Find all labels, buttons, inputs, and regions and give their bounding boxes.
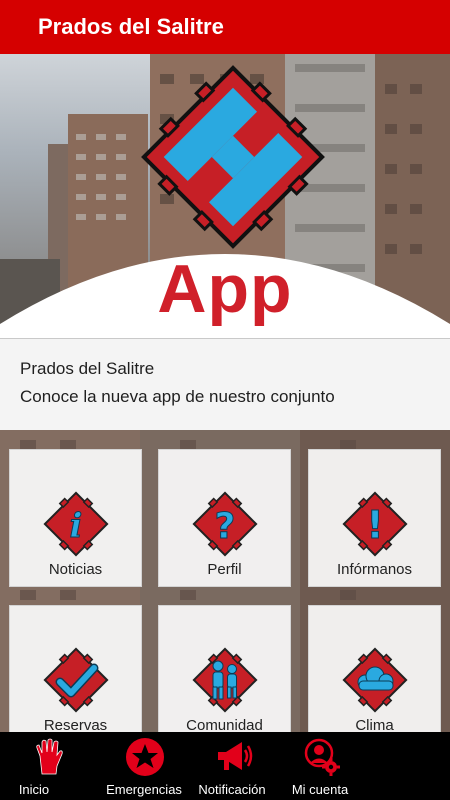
nav-label: Emergencias — [106, 782, 182, 797]
tile-reservas[interactable]: Reservas — [9, 605, 142, 732]
tile-comunidad[interactable]: Comunidad — [158, 605, 291, 732]
tile-label: Perfil — [207, 561, 242, 578]
svg-text:!: ! — [366, 503, 383, 547]
user-gear-icon — [304, 738, 340, 776]
bottom-navigation: Inicio Emergencias Notificación Mi cuent… — [0, 732, 450, 800]
checkmark-icon — [43, 647, 109, 713]
nav-item-mi-cuenta[interactable]: Mi cuenta — [276, 732, 364, 800]
tile-label: Clima — [355, 717, 394, 732]
star-icon — [126, 738, 164, 776]
info-subtitle: Conoce la nueva app de nuestro conjunto — [20, 387, 335, 406]
nav-label: Notificación — [198, 782, 266, 797]
tile-perfil[interactable]: ? Perfil — [158, 449, 291, 587]
app-logo — [141, 65, 325, 249]
nav-item-emergencias[interactable]: Emergencias — [100, 732, 188, 800]
app-title: Prados del Salitre — [38, 14, 224, 39]
question-icon: ? — [192, 491, 258, 557]
svg-text:?: ? — [215, 506, 236, 547]
tile-noticias[interactable]: i Noticias — [9, 449, 142, 587]
megaphone-icon — [218, 742, 253, 770]
svg-text:i: i — [70, 506, 83, 546]
people-icon — [192, 647, 258, 713]
cloud-icon — [342, 647, 408, 713]
hand-icon — [36, 738, 63, 775]
menu-grid: i Noticias ? Perfil ! Infórmanos Reserva… — [0, 430, 450, 732]
tile-label: Infórmanos — [336, 561, 413, 578]
exclamation-icon: ! — [342, 491, 408, 557]
hero-banner: App — [0, 54, 450, 338]
nav-label: Inicio — [18, 782, 50, 797]
info-icon: i — [43, 491, 109, 557]
tile-label: Comunidad — [186, 717, 263, 732]
tile-clima[interactable]: Clima — [308, 605, 441, 732]
nav-label: Mi cuenta — [291, 782, 349, 797]
tile-label: Noticias — [48, 561, 103, 578]
tile-informanos[interactable]: ! Infórmanos — [308, 449, 441, 587]
info-band: Prados del Salitre Conoce la nueva app d… — [0, 338, 450, 430]
info-title: Prados del Salitre — [20, 359, 155, 378]
app-wordmark: App — [157, 251, 293, 327]
nav-item-notificacion[interactable]: Notificación — [188, 732, 276, 800]
nav-item-inicio[interactable]: Inicio — [0, 732, 100, 800]
app-bar: Prados del Salitre — [0, 0, 450, 54]
tile-label: Reservas — [43, 717, 108, 732]
